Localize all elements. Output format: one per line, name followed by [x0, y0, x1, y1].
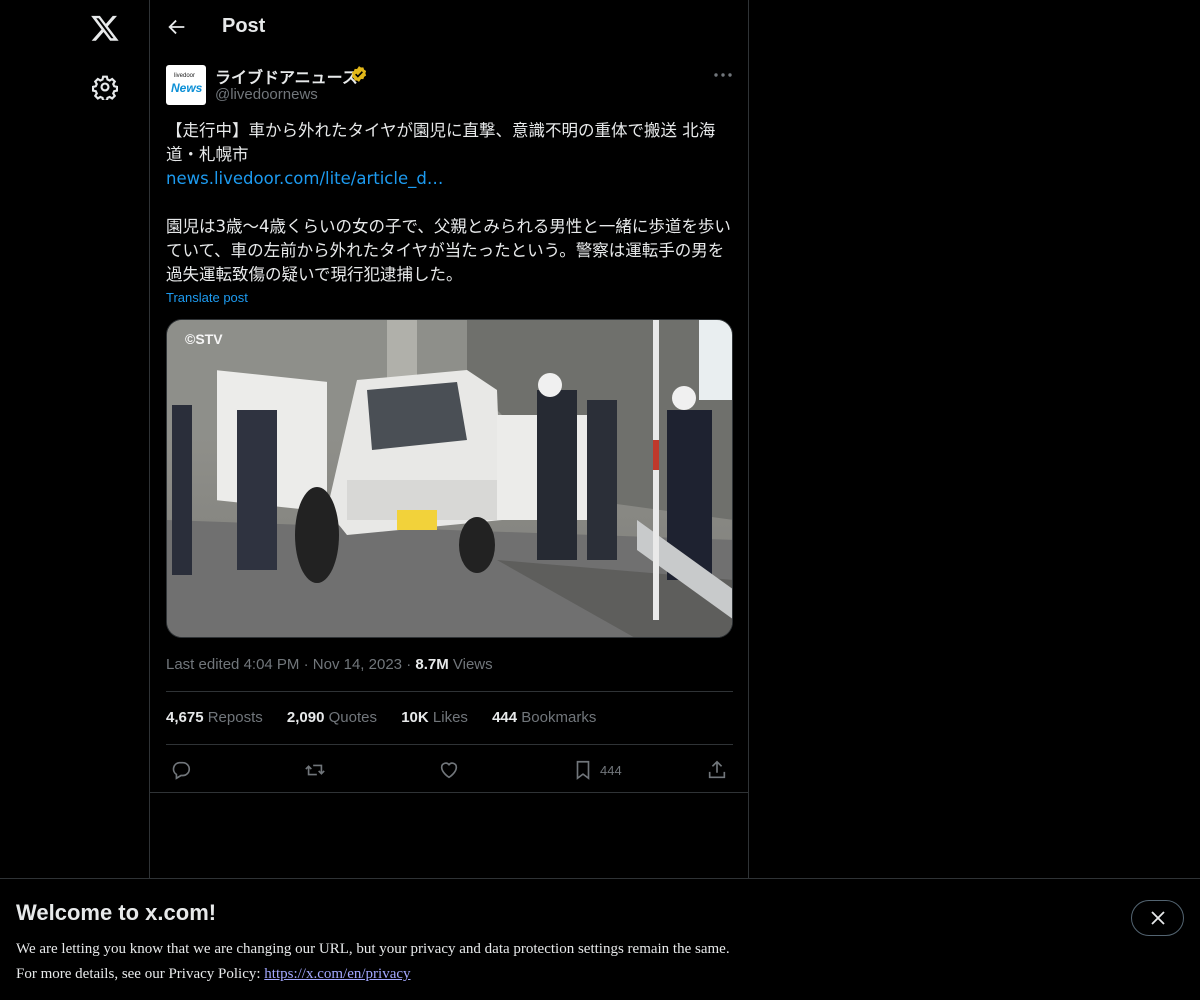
author-display-name[interactable]: ライブドアニュース	[215, 64, 358, 88]
stat-quotes[interactable]: 2,090 Quotes	[287, 709, 377, 726]
reply-icon	[172, 761, 191, 780]
post-date[interactable]: Nov 14, 2023	[313, 656, 402, 673]
post-line-1: 【走行中】車から外れたタイヤが園児に直撃、意識不明の重体で搬送 北海道・札幌市	[166, 121, 716, 164]
image-watermark: ©STV	[185, 331, 223, 347]
reposts-label: Reposts	[207, 709, 263, 726]
close-icon	[1150, 911, 1165, 925]
bookmarks-label: Bookmarks	[521, 709, 597, 726]
views-count: 8.7M	[415, 656, 449, 673]
more-options-icon[interactable]	[712, 68, 734, 82]
likes-count: 10K	[401, 709, 429, 726]
translate-post-link[interactable]: Translate post	[166, 290, 248, 305]
close-banner-button[interactable]	[1131, 900, 1184, 936]
page-header: Post	[150, 0, 748, 54]
gear-icon[interactable]	[92, 74, 118, 100]
bookmark-count: 444	[600, 762, 622, 778]
banner-line-1: We are letting you know that we are chan…	[16, 941, 730, 957]
post-line-2: 園児は3歳〜4歳くらいの女の子で、父親とみられる男性と一緒に歩道を歩いていて、車…	[166, 217, 731, 284]
post-stats: 4,675 Reposts 2,090 Quotes 10K Likes 444…	[166, 709, 616, 726]
avatar-text: News	[171, 81, 203, 95]
bookmark-icon	[576, 760, 590, 780]
stat-bookmarks[interactable]: 444 Bookmarks	[492, 709, 596, 726]
divider	[166, 744, 733, 745]
reply-button[interactable]	[170, 756, 192, 784]
post-meta: Last edited 4:04 PM · Nov 14, 2023 · 8.7…	[166, 656, 493, 673]
action-bar: 444	[150, 756, 748, 784]
share-button[interactable]	[706, 756, 728, 784]
banner-text: We are letting you know that we are chan…	[16, 937, 730, 987]
post-text: 【走行中】車から外れたタイヤが園児に直撃、意識不明の重体で搬送 北海道・札幌市 …	[166, 119, 736, 287]
avatar-small-text: livedoor	[174, 73, 196, 79]
author-handle[interactable]: @livedoornews	[215, 86, 318, 103]
post-image[interactable]: ©STV	[166, 319, 733, 638]
x-logo-icon[interactable]	[90, 13, 120, 43]
banner-title: Welcome to x.com!	[16, 900, 217, 925]
views-label: Views	[452, 656, 493, 673]
left-rail	[0, 0, 149, 1000]
post-time[interactable]: 4:04 PM	[244, 656, 300, 673]
avatar[interactable]: livedoor News	[166, 65, 206, 105]
meta-separator: ·	[303, 656, 309, 673]
back-arrow-icon[interactable]	[166, 16, 188, 38]
edited-label[interactable]: Last edited	[166, 656, 239, 673]
quotes-label: Quotes	[328, 709, 378, 726]
repost-button[interactable]	[304, 756, 326, 784]
privacy-link[interactable]: https://x.com/en/privacy	[264, 966, 410, 982]
meta-separator: ·	[406, 656, 412, 673]
welcome-banner: Welcome to x.com! We are letting you kno…	[0, 878, 1200, 1000]
like-button[interactable]	[438, 756, 460, 784]
divider	[150, 792, 748, 793]
bookmark-button[interactable]: 444	[572, 756, 622, 784]
repost-icon	[305, 764, 325, 776]
likes-label: Likes	[432, 709, 468, 726]
heart-icon	[440, 762, 458, 779]
bookmarks-count: 444	[492, 709, 518, 726]
main-column: Post livedoor News ライブドアニュース @livedoorne…	[149, 0, 749, 1000]
reposts-count: 4,675	[166, 709, 204, 726]
share-icon	[708, 760, 726, 779]
banner-line-2: For more details, see our Privacy Policy…	[16, 962, 730, 987]
page-title: Post	[222, 15, 266, 37]
stat-reposts[interactable]: 4,675 Reposts	[166, 709, 263, 726]
quotes-count: 2,090	[286, 709, 325, 726]
divider	[166, 691, 733, 692]
stat-likes[interactable]: 10K Likes	[401, 709, 468, 726]
verified-badge-icon	[351, 66, 367, 82]
post-link[interactable]: news.livedoor.com/lite/article_d…	[166, 167, 736, 191]
banner-line-2-prefix: For more details, see our Privacy Policy…	[16, 966, 265, 982]
